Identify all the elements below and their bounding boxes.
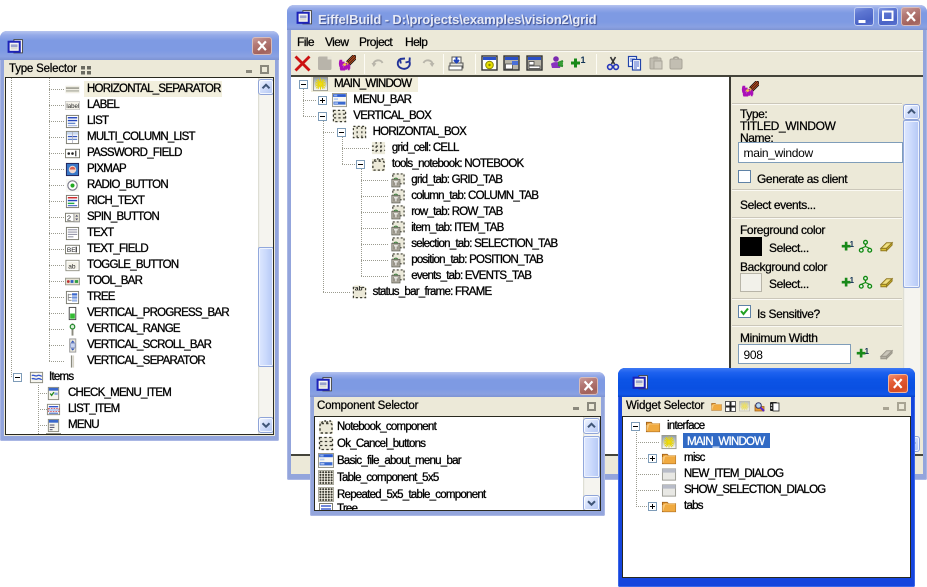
svg-text:1: 1 xyxy=(581,55,586,65)
